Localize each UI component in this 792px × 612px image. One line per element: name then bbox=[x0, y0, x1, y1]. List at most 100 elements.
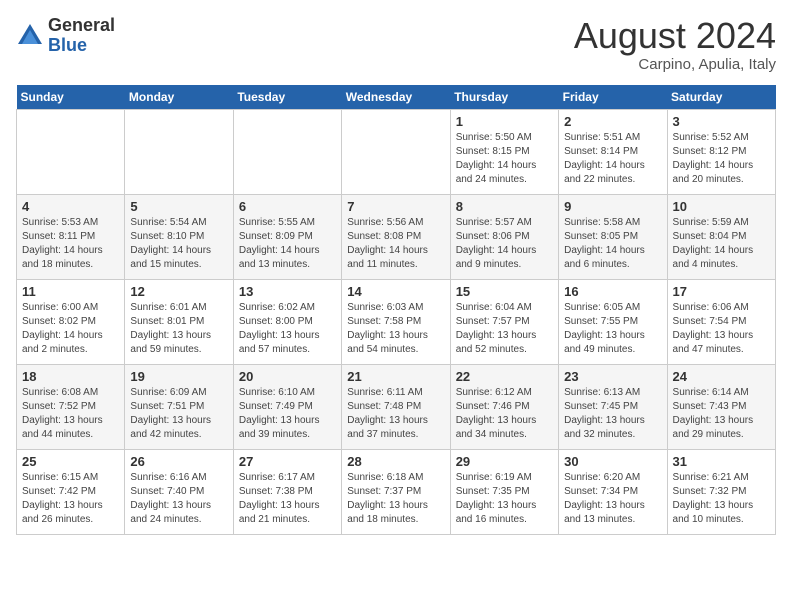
day-info: Sunrise: 5:57 AM Sunset: 8:06 PM Dayligh… bbox=[456, 216, 553, 272]
day-info: Sunrise: 6:14 AM Sunset: 7:43 PM Dayligh… bbox=[673, 386, 770, 442]
calendar-cell: 22 Sunrise: 6:12 AM Sunset: 7:46 PM Dayli… bbox=[450, 364, 558, 449]
calendar-cell: 6 Sunrise: 5:55 AM Sunset: 8:09 PM Daylig… bbox=[233, 194, 341, 279]
calendar-cell bbox=[17, 109, 125, 194]
day-info: Sunrise: 6:12 AM Sunset: 7:46 PM Dayligh… bbox=[456, 386, 553, 442]
calendar-cell: 4Sunrise: 5:53 AM Sunset: 8:11 PM Daylig… bbox=[17, 194, 125, 279]
day-info: Sunrise: 6:06 AM Sunset: 7:54 PM Dayligh… bbox=[673, 301, 770, 357]
day-number: 8 bbox=[456, 199, 553, 214]
logo-blue-text: Blue bbox=[48, 35, 87, 55]
day-info: Sunrise: 6:15 AM Sunset: 7:42 PM Dayligh… bbox=[22, 471, 119, 527]
day-info: Sunrise: 6:01 AM Sunset: 8:01 PM Dayligh… bbox=[130, 301, 227, 357]
day-info: Sunrise: 6:19 AM Sunset: 7:35 PM Dayligh… bbox=[456, 471, 553, 527]
day-info: Sunrise: 6:04 AM Sunset: 7:57 PM Dayligh… bbox=[456, 301, 553, 357]
day-info: Sunrise: 5:55 AM Sunset: 8:09 PM Dayligh… bbox=[239, 216, 336, 272]
logo: General Blue bbox=[16, 16, 115, 56]
day-number: 5 bbox=[130, 199, 227, 214]
day-number: 27 bbox=[239, 454, 336, 469]
calendar-cell bbox=[342, 109, 450, 194]
calendar-cell: 12 Sunrise: 6:01 AM Sunset: 8:01 PM Dayli… bbox=[125, 279, 233, 364]
calendar-cell: 17 Sunrise: 6:06 AM Sunset: 7:54 PM Dayli… bbox=[667, 279, 775, 364]
day-number: 20 bbox=[239, 369, 336, 384]
day-number: 9 bbox=[564, 199, 661, 214]
calendar-cell: 15 Sunrise: 6:04 AM Sunset: 7:57 PM Dayli… bbox=[450, 279, 558, 364]
day-number: 1 bbox=[456, 114, 553, 129]
day-info: Sunrise: 5:52 AM Sunset: 8:12 PM Dayligh… bbox=[673, 131, 770, 187]
calendar-cell: 31Sunrise: 6:21 AM Sunset: 7:32 PM Dayli… bbox=[667, 449, 775, 534]
calendar-cell: 21 Sunrise: 6:11 AM Sunset: 7:48 PM Dayli… bbox=[342, 364, 450, 449]
day-info: Sunrise: 6:18 AM Sunset: 7:37 PM Dayligh… bbox=[347, 471, 444, 527]
calendar-cell: 14 Sunrise: 6:03 AM Sunset: 7:58 PM Dayli… bbox=[342, 279, 450, 364]
day-info: Sunrise: 6:05 AM Sunset: 7:55 PM Dayligh… bbox=[564, 301, 661, 357]
day-number: 6 bbox=[239, 199, 336, 214]
day-number: 31 bbox=[673, 454, 770, 469]
calendar-cell: 28Sunrise: 6:18 AM Sunset: 7:37 PM Dayli… bbox=[342, 449, 450, 534]
calendar-cell bbox=[233, 109, 341, 194]
day-info: Sunrise: 6:20 AM Sunset: 7:34 PM Dayligh… bbox=[564, 471, 661, 527]
day-info: Sunrise: 6:09 AM Sunset: 7:51 PM Dayligh… bbox=[130, 386, 227, 442]
day-number: 30 bbox=[564, 454, 661, 469]
day-info: Sunrise: 6:10 AM Sunset: 7:49 PM Dayligh… bbox=[239, 386, 336, 442]
day-number: 23 bbox=[564, 369, 661, 384]
day-info: Sunrise: 6:13 AM Sunset: 7:45 PM Dayligh… bbox=[564, 386, 661, 442]
day-info: Sunrise: 5:51 AM Sunset: 8:14 PM Dayligh… bbox=[564, 131, 661, 187]
day-of-week-header: Monday bbox=[125, 85, 233, 110]
day-number: 24 bbox=[673, 369, 770, 384]
calendar-cell bbox=[125, 109, 233, 194]
day-of-week-header: Thursday bbox=[450, 85, 558, 110]
day-of-week-header: Tuesday bbox=[233, 85, 341, 110]
day-number: 21 bbox=[347, 369, 444, 384]
day-number: 12 bbox=[130, 284, 227, 299]
day-info: Sunrise: 5:53 AM Sunset: 8:11 PM Dayligh… bbox=[22, 216, 119, 272]
day-info: Sunrise: 6:17 AM Sunset: 7:38 PM Dayligh… bbox=[239, 471, 336, 527]
day-info: Sunrise: 6:02 AM Sunset: 8:00 PM Dayligh… bbox=[239, 301, 336, 357]
calendar-cell: 11Sunrise: 6:00 AM Sunset: 8:02 PM Dayli… bbox=[17, 279, 125, 364]
calendar-cell: 26 Sunrise: 6:16 AM Sunset: 7:40 PM Dayli… bbox=[125, 449, 233, 534]
calendar-cell: 30 Sunrise: 6:20 AM Sunset: 7:34 PM Dayli… bbox=[559, 449, 667, 534]
calendar-cell: 16Sunrise: 6:05 AM Sunset: 7:55 PM Dayli… bbox=[559, 279, 667, 364]
location-subtitle: Carpino, Apulia, Italy bbox=[574, 56, 776, 73]
day-number: 18 bbox=[22, 369, 119, 384]
calendar-cell: 3 Sunrise: 5:52 AM Sunset: 8:12 PM Daylig… bbox=[667, 109, 775, 194]
calendar-cell: 25Sunrise: 6:15 AM Sunset: 7:42 PM Dayli… bbox=[17, 449, 125, 534]
calendar-cell: 29 Sunrise: 6:19 AM Sunset: 7:35 PM Dayli… bbox=[450, 449, 558, 534]
day-number: 22 bbox=[456, 369, 553, 384]
day-of-week-header: Friday bbox=[559, 85, 667, 110]
day-number: 29 bbox=[456, 454, 553, 469]
day-of-week-header: Wednesday bbox=[342, 85, 450, 110]
day-number: 14 bbox=[347, 284, 444, 299]
day-number: 17 bbox=[673, 284, 770, 299]
calendar-cell: 7 Sunrise: 5:56 AM Sunset: 8:08 PM Daylig… bbox=[342, 194, 450, 279]
calendar-cell: 8 Sunrise: 5:57 AM Sunset: 8:06 PM Daylig… bbox=[450, 194, 558, 279]
day-number: 3 bbox=[673, 114, 770, 129]
day-info: Sunrise: 5:59 AM Sunset: 8:04 PM Dayligh… bbox=[673, 216, 770, 272]
calendar-cell: 2 Sunrise: 5:51 AM Sunset: 8:14 PM Daylig… bbox=[559, 109, 667, 194]
calendar-table: SundayMondayTuesdayWednesdayThursdayFrid… bbox=[16, 85, 776, 535]
calendar-cell: 27 Sunrise: 6:17 AM Sunset: 7:38 PM Dayli… bbox=[233, 449, 341, 534]
day-number: 15 bbox=[456, 284, 553, 299]
calendar-cell: 9Sunrise: 5:58 AM Sunset: 8:05 PM Daylig… bbox=[559, 194, 667, 279]
day-info: Sunrise: 6:03 AM Sunset: 7:58 PM Dayligh… bbox=[347, 301, 444, 357]
page-header: General Blue August 2024 Carpino, Apulia… bbox=[16, 16, 776, 73]
logo-general-text: General bbox=[48, 15, 115, 35]
day-of-week-header: Sunday bbox=[17, 85, 125, 110]
day-info: Sunrise: 5:50 AM Sunset: 8:15 PM Dayligh… bbox=[456, 131, 553, 187]
day-info: Sunrise: 6:08 AM Sunset: 7:52 PM Dayligh… bbox=[22, 386, 119, 442]
day-number: 7 bbox=[347, 199, 444, 214]
day-info: Sunrise: 6:11 AM Sunset: 7:48 PM Dayligh… bbox=[347, 386, 444, 442]
calendar-cell: 13Sunrise: 6:02 AM Sunset: 8:00 PM Dayli… bbox=[233, 279, 341, 364]
day-info: Sunrise: 6:16 AM Sunset: 7:40 PM Dayligh… bbox=[130, 471, 227, 527]
calendar-cell: 19 Sunrise: 6:09 AM Sunset: 7:51 PM Dayli… bbox=[125, 364, 233, 449]
day-of-week-header: Saturday bbox=[667, 85, 775, 110]
month-title: August 2024 bbox=[574, 16, 776, 56]
day-number: 26 bbox=[130, 454, 227, 469]
calendar-cell: 5 Sunrise: 5:54 AM Sunset: 8:10 PM Daylig… bbox=[125, 194, 233, 279]
title-block: August 2024 Carpino, Apulia, Italy bbox=[574, 16, 776, 73]
day-info: Sunrise: 5:54 AM Sunset: 8:10 PM Dayligh… bbox=[130, 216, 227, 272]
day-info: Sunrise: 5:56 AM Sunset: 8:08 PM Dayligh… bbox=[347, 216, 444, 272]
calendar-cell: 18 Sunrise: 6:08 AM Sunset: 7:52 PM Dayli… bbox=[17, 364, 125, 449]
day-number: 2 bbox=[564, 114, 661, 129]
day-number: 19 bbox=[130, 369, 227, 384]
calendar-cell: 20 Sunrise: 6:10 AM Sunset: 7:49 PM Dayli… bbox=[233, 364, 341, 449]
calendar-cell: 23 Sunrise: 6:13 AM Sunset: 7:45 PM Dayli… bbox=[559, 364, 667, 449]
day-number: 11 bbox=[22, 284, 119, 299]
